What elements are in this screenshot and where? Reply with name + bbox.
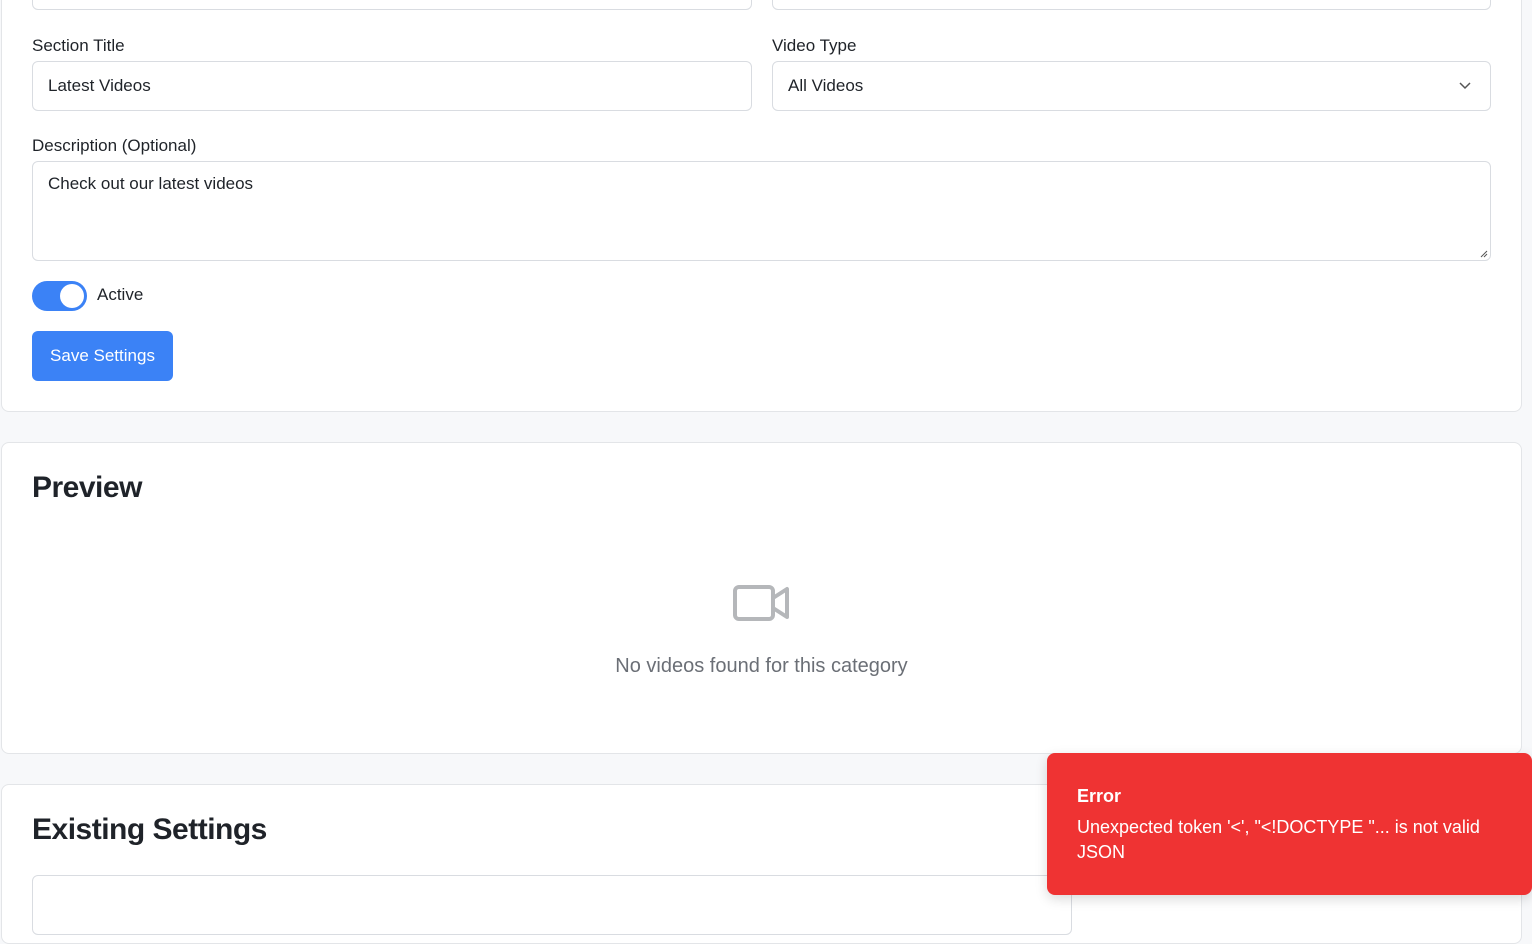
error-toast[interactable]: Error Unexpected token '<', "<!DOCTYPE "… — [1047, 753, 1532, 895]
preview-heading: Preview — [32, 471, 142, 504]
toast-title: Error — [1077, 786, 1122, 806]
active-toggle[interactable] — [32, 281, 87, 311]
toast-message: Unexpected token '<', "<!DOCTYPE "... is… — [1077, 817, 1480, 862]
section-title-label: Section Title — [32, 36, 125, 55]
video-type-label: Video Type — [772, 36, 857, 55]
video-type-value: All Videos — [788, 76, 864, 95]
video-camera-icon — [733, 585, 789, 621]
previous-field-left[interactable] — [32, 0, 752, 10]
previous-field-right[interactable] — [772, 0, 1491, 10]
description-value: Check out our latest videos — [48, 174, 254, 193]
description-textarea[interactable]: Check out our latest videos — [32, 161, 1491, 261]
existing-settings-heading: Existing Settings — [32, 813, 267, 846]
existing-settings-panel — [32, 875, 1072, 935]
active-label: Active — [97, 285, 144, 304]
toggle-knob — [60, 284, 84, 308]
section-title-input[interactable]: Latest Videos — [32, 61, 752, 111]
save-settings-button[interactable]: Save Settings — [32, 331, 173, 381]
description-label: Description (Optional) — [32, 136, 197, 155]
video-type-select[interactable]: All Videos — [772, 61, 1491, 111]
empty-state-message: No videos found for this category — [615, 655, 908, 677]
chevron-down-icon — [1459, 82, 1471, 90]
resize-grip-icon[interactable] — [1478, 248, 1488, 258]
